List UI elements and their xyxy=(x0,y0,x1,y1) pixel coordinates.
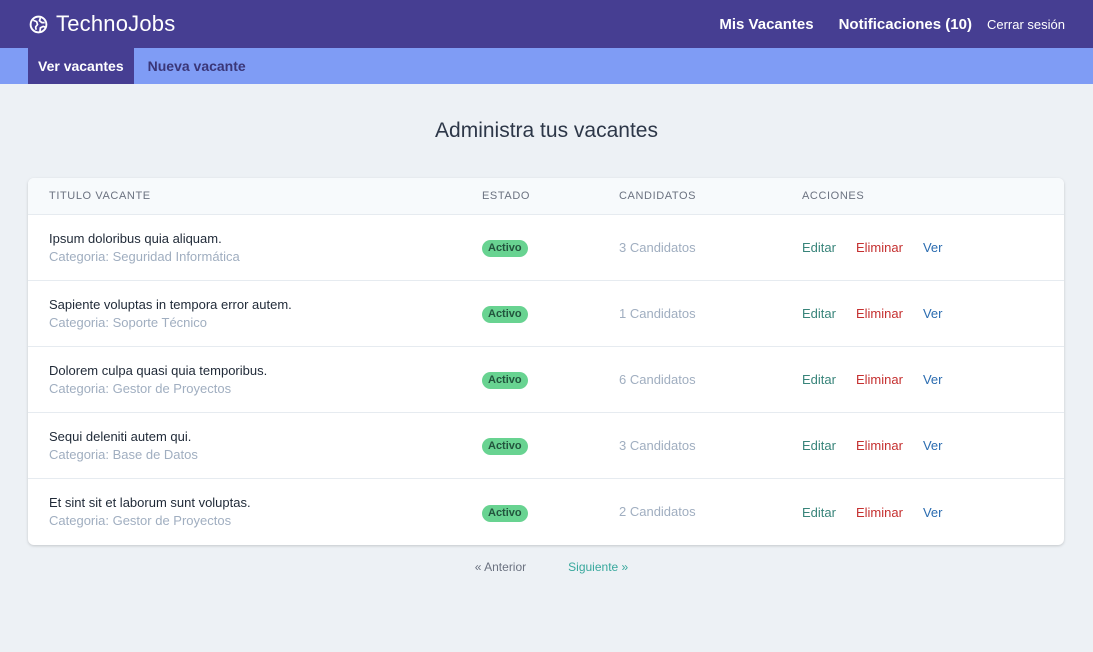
notifications-link[interactable]: Notificaciones (10) xyxy=(839,16,972,33)
brand-name[interactable]: TechnoJobs xyxy=(56,11,175,37)
edit-link[interactable]: Editar xyxy=(802,306,836,321)
sub-navbar: Ver vacantes Nueva vacante xyxy=(0,48,1093,84)
status-badge: Activo xyxy=(482,504,528,522)
status-badge: Activo xyxy=(482,372,528,389)
my-vacancies-link[interactable]: Mis Vacantes xyxy=(719,16,813,33)
view-link[interactable]: Ver xyxy=(923,438,943,453)
delete-link[interactable]: Eliminar xyxy=(856,438,903,453)
status-badge: Activo xyxy=(482,438,528,455)
edit-link[interactable]: Editar xyxy=(802,438,836,453)
next-page-link[interactable]: Siguiente » xyxy=(568,560,628,574)
view-link[interactable]: Ver xyxy=(923,505,943,520)
status-badge: Activo xyxy=(482,240,528,257)
delete-link[interactable]: Eliminar xyxy=(856,505,903,520)
candidates-link[interactable]: 3 Candidatos xyxy=(619,240,696,255)
candidates-link[interactable]: 6 Candidatos xyxy=(619,372,696,387)
edit-link[interactable]: Editar xyxy=(802,240,836,255)
delete-link[interactable]: Eliminar xyxy=(856,306,903,321)
vacancy-title: Sequi deleniti autem qui. xyxy=(49,428,192,444)
header-actions: ACCIONES xyxy=(802,190,865,202)
header-candidates: CANDIDATOS xyxy=(619,190,697,202)
table-row: Et sint sit et laborum sunt voluptas. Ca… xyxy=(28,479,1064,545)
top-nav-links: Mis Vacantes Notificaciones (10) Cerrar … xyxy=(694,16,1065,33)
table-row: Dolorem culpa quasi quia temporibus. Cat… xyxy=(28,347,1064,413)
table-header: TITULO VACANTE ESTADO CANDIDATOS ACCIONE… xyxy=(28,178,1064,215)
vacancy-category: Categoria: Soporte Técnico xyxy=(49,314,208,330)
candidates-link[interactable]: 2 Candidatos xyxy=(619,504,696,519)
table-row: Sapiente voluptas in tempora error autem… xyxy=(28,281,1064,347)
previous-page-link[interactable]: « Anterior xyxy=(475,560,526,574)
edit-link[interactable]: Editar xyxy=(802,372,836,387)
brand-link[interactable]: TechnoJobs xyxy=(29,11,175,37)
vacancy-category: Categoria: Gestor de Proyectos xyxy=(49,513,232,528)
header-state: ESTADO xyxy=(482,190,531,202)
candidates-link[interactable]: 3 Candidatos xyxy=(619,438,696,453)
globe-icon xyxy=(29,15,48,34)
vacancy-category: Categoria: Base de Datos xyxy=(49,446,198,462)
top-navbar: TechnoJobs Mis Vacantes Notificaciones (… xyxy=(0,0,1093,48)
vacancy-title: Ipsum doloribus quia aliquam. xyxy=(49,230,222,246)
tab-new-vacancy[interactable]: Nueva vacante xyxy=(134,48,256,84)
table-row: Sequi deleniti autem qui. Categoria: Bas… xyxy=(28,413,1064,479)
vacancy-category: Categoria: Seguridad Informática xyxy=(49,248,240,264)
view-link[interactable]: Ver xyxy=(923,306,943,321)
vacancies-table: TITULO VACANTE ESTADO CANDIDATOS ACCIONE… xyxy=(28,178,1064,545)
status-badge: Activo xyxy=(482,306,528,323)
delete-link[interactable]: Eliminar xyxy=(856,372,903,387)
table-row: Ipsum doloribus quia aliquam. Categoria:… xyxy=(28,215,1064,281)
header-title: TITULO VACANTE xyxy=(49,190,151,202)
pagination: « Anterior Siguiente » xyxy=(0,560,1093,574)
view-link[interactable]: Ver xyxy=(923,372,943,387)
view-link[interactable]: Ver xyxy=(923,240,943,255)
vacancy-title: Dolorem culpa quasi quia temporibus. xyxy=(49,362,268,378)
edit-link[interactable]: Editar xyxy=(802,505,836,520)
delete-link[interactable]: Eliminar xyxy=(856,240,903,255)
candidates-link[interactable]: 1 Candidatos xyxy=(619,306,696,321)
vacancy-title: Et sint sit et laborum sunt voluptas. xyxy=(49,495,251,510)
tab-view-vacancies[interactable]: Ver vacantes xyxy=(28,48,134,84)
vacancy-title: Sapiente voluptas in tempora error autem… xyxy=(49,296,292,312)
vacancy-category: Categoria: Gestor de Proyectos xyxy=(49,380,232,396)
logout-link[interactable]: Cerrar sesión xyxy=(987,17,1065,32)
page-title: Administra tus vacantes xyxy=(435,119,658,142)
